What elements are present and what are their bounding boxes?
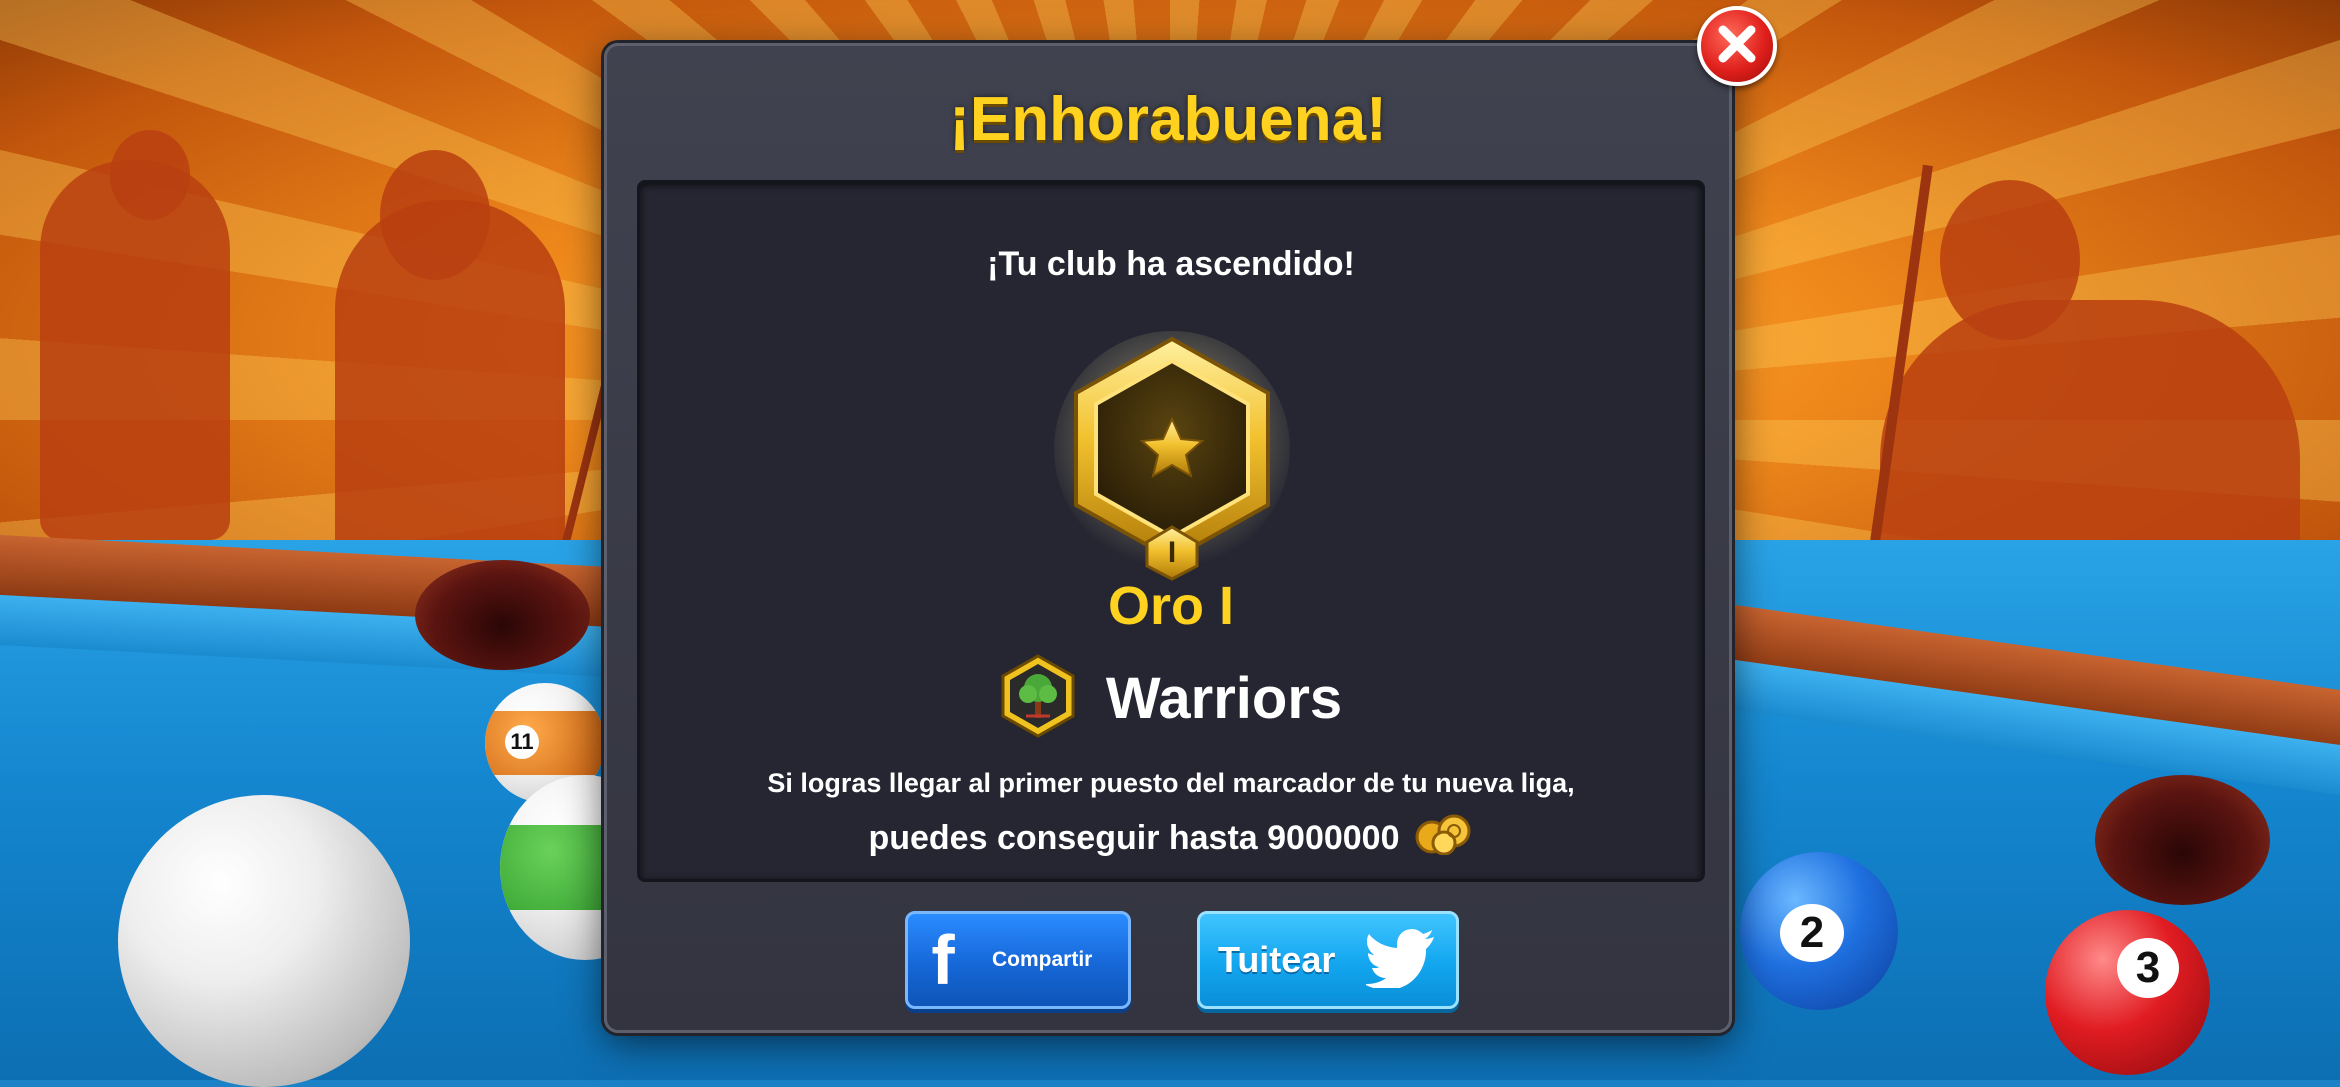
- league-name: Oro I: [1107, 576, 1234, 636]
- silhouette-woman-head: [380, 150, 490, 280]
- facebook-icon: f: [931, 921, 955, 999]
- reward-amount-row: puedes conseguir hasta 9000000: [640, 813, 1702, 863]
- reward-description: Si logras llegar al primer puesto del ma…: [767, 768, 1575, 798]
- table-pocket-left: [415, 560, 590, 670]
- facebook-share-button[interactable]: f Compartir: [905, 911, 1131, 1009]
- pool-ball-3: 3: [2045, 910, 2210, 1075]
- pool-ball-11-number: 11: [505, 725, 539, 759]
- silhouette-player-right-head: [1940, 180, 2080, 340]
- club-row: Warriors: [640, 653, 1702, 743]
- promotion-dialog: ¡Enhorabuena! ¡Tu club ha ascendido! I O…: [604, 43, 1732, 1033]
- league-badge-numeral: I: [1167, 536, 1177, 569]
- close-icon: [1717, 24, 1757, 68]
- club-name: Warriors: [1105, 665, 1343, 731]
- pool-ball-3-number: 3: [2117, 938, 2179, 998]
- promotion-subtitle: ¡Tu club ha ascendido!: [987, 245, 1355, 283]
- dialog-content-panel: ¡Tu club ha ascendido! I Oro I Warriors …: [637, 180, 1705, 882]
- cue-ball: [118, 795, 410, 1087]
- pool-ball-2-number: 2: [1780, 904, 1844, 962]
- dialog-title: ¡Enhorabuena!: [949, 85, 1387, 154]
- pool-ball-2: 2: [1740, 852, 1898, 1010]
- club-emblem-icon: [1000, 654, 1076, 742]
- reward-amount-text: puedes conseguir hasta 9000000: [868, 818, 1400, 857]
- twitter-tweet-button[interactable]: Tuitear: [1197, 911, 1459, 1009]
- league-badge-icon: I: [1050, 331, 1295, 581]
- close-button[interactable]: [1697, 6, 1777, 86]
- facebook-share-label: Compartir: [992, 948, 1093, 971]
- twitter-bird-icon: [1364, 928, 1438, 992]
- table-pocket-right: [2095, 775, 2270, 905]
- silhouette-player-left-head: [110, 130, 190, 220]
- coins-icon: [1414, 813, 1474, 864]
- twitter-tweet-label: Tuitear: [1218, 939, 1336, 980]
